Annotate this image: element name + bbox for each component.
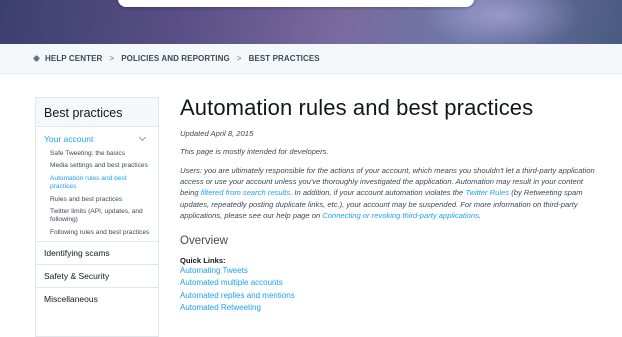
page-title: Automation rules and best practices (180, 95, 534, 120)
sidebar-item-rules[interactable]: Rules and best practices (50, 196, 150, 204)
overview-heading: Overview (180, 235, 228, 248)
sidebar-item-following-rules[interactable]: Following rules and best practices (50, 229, 150, 237)
intro-text: This page is mostly intended for develop… (180, 147, 329, 156)
users-paragraph: Users: you are ultimately responsible fo… (180, 165, 598, 221)
sidebar: Best practices Your account Safe Tweetin… (35, 97, 159, 337)
breadcrumb-best-practices[interactable]: BEST PRACTICES (249, 54, 320, 63)
quick-link-automated-multiple-accounts[interactable]: Automated multiple accounts (180, 277, 600, 289)
sidebar-title: Best practices (36, 98, 158, 127)
quick-link-automated-retweeting[interactable]: Automated Retweeting (180, 302, 600, 314)
search-input[interactable] (118, 0, 474, 7)
link-filtered-search[interactable]: filtered from search results (201, 188, 290, 197)
quick-link-automating-tweets[interactable]: Automating Tweets (180, 265, 600, 277)
breadcrumb-help-center[interactable]: HELP CENTER (45, 54, 102, 63)
article: Automation rules and best practices Upda… (180, 95, 600, 315)
sidebar-item-safe-tweeting[interactable]: Safe Tweeting: the basics (50, 150, 150, 158)
sidebar-section-your-account[interactable]: Your account (36, 127, 158, 144)
paragraph-text: . (478, 210, 482, 220)
sidebar-item-miscellaneous[interactable]: Miscellaneous (36, 287, 158, 310)
link-twitter-rules[interactable]: Twitter Rules (465, 188, 509, 197)
breadcrumb: HELP CENTER > POLICIES AND REPORTING > B… (0, 44, 622, 74)
paragraph-text: . In addition, if your account automatio… (290, 188, 466, 198)
link-connecting-apps[interactable]: Connecting or revoking third-party appli… (322, 211, 479, 220)
sidebar-item-identifying-scams[interactable]: Identifying scams (36, 241, 158, 264)
breadcrumb-policies[interactable]: POLICIES AND REPORTING (121, 54, 230, 63)
sidebar-item-safety-security[interactable]: Safety & Security (36, 264, 158, 287)
breadcrumb-separator: > (236, 54, 242, 63)
sidebar-section-label: Your account (44, 134, 94, 144)
quick-links-label: Quick Links: (180, 256, 226, 266)
updated-date: Updated April 8, 2015 (180, 129, 254, 138)
chevron-down-icon[interactable] (138, 133, 147, 142)
home-icon (32, 54, 41, 63)
sidebar-item-media-settings[interactable]: Media settings and best practices (50, 162, 150, 170)
hero-banner (0, 0, 622, 44)
sidebar-sub-list: Safe Tweeting: the basics Media settings… (36, 144, 158, 237)
sidebar-item-automation-rules[interactable]: Automation rules and best practices (50, 175, 150, 192)
breadcrumb-separator: > (109, 54, 115, 63)
sidebar-item-twitter-limits[interactable]: Twitter limits (API, updates, and follow… (50, 208, 150, 225)
quick-link-automated-replies[interactable]: Automated replies and mentions (180, 290, 600, 302)
